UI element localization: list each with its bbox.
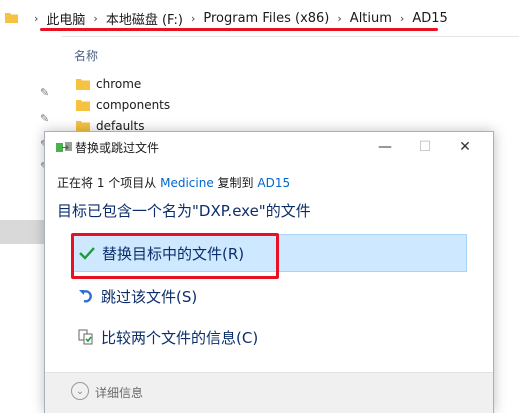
compare-option[interactable]: 比较两个文件的信息(C) [71, 318, 467, 356]
breadcrumb-separator: › [34, 11, 39, 25]
highlight-box [71, 233, 279, 279]
close-button[interactable]: ✕ [445, 136, 485, 158]
breadcrumb-altium[interactable]: Altium [348, 11, 394, 26]
file-name: chrome [96, 77, 142, 91]
pin-icon[interactable]: ✎ [40, 87, 50, 98]
source-folder-link[interactable]: Medicine [160, 176, 214, 190]
nav-selected-item[interactable] [0, 220, 44, 244]
address-bar[interactable]: › 此电脑 › 本地磁盘 (F:) › Program Files (x86) … [0, 0, 519, 37]
breadcrumb-separator[interactable]: › [87, 12, 103, 25]
breadcrumb-separator[interactable]: › [185, 12, 201, 25]
list-item[interactable]: components [76, 95, 170, 115]
details-toggle[interactable]: 详细信息 [95, 384, 143, 401]
pin-icon[interactable]: ✎ [40, 113, 50, 124]
minimize-button[interactable]: — [365, 136, 405, 158]
breadcrumb-separator[interactable]: › [394, 12, 410, 25]
dialog-footer: ⌄ 详细信息 [45, 372, 493, 413]
copy-middle: 复制到 [217, 176, 254, 190]
conflict-headline: 目标已包含一个名为"DXP.exe"的文件 [57, 202, 311, 220]
skip-option[interactable]: 跳过该文件(S) [71, 277, 467, 315]
folder-icon [76, 100, 90, 111]
dialog-titlebar[interactable]: 替换或跳过文件 — ☐ ✕ [45, 132, 493, 162]
folder-icon [5, 13, 18, 23]
chevron-down-icon[interactable]: ⌄ [71, 382, 89, 400]
breadcrumb-ad15[interactable]: AD15 [410, 11, 449, 26]
destination-folder-link[interactable]: AD15 [257, 176, 290, 190]
copy-progress-text: 正在将 1 个项目从 Medicine 复制到 AD15 [57, 174, 290, 191]
folder-icon [76, 79, 90, 90]
list-item[interactable]: chrome [76, 74, 141, 94]
column-header-name[interactable]: 名称 [74, 47, 98, 64]
breadcrumb-this-pc[interactable]: 此电脑 [44, 9, 87, 28]
skip-icon [77, 287, 95, 305]
breadcrumb-separator[interactable]: › [331, 12, 347, 25]
maximize-button[interactable]: ☐ [405, 136, 445, 158]
copy-prefix: 正在将 1 个项目从 [57, 176, 157, 190]
compare-option-label: 比较两个文件的信息(C) [101, 328, 259, 347]
breadcrumb-program-files[interactable]: Program Files (x86) [201, 11, 331, 26]
file-name: components [96, 98, 171, 112]
copy-arrow-icon [56, 142, 72, 152]
dialog-title: 替换或跳过文件 [75, 141, 160, 155]
skip-option-label: 跳过该文件(S) [101, 287, 198, 306]
replace-or-skip-dialog: 替换或跳过文件 — ☐ ✕ 正在将 1 个项目从 Medicine 复制到 AD… [44, 131, 494, 413]
breadcrumb-drive-f[interactable]: 本地磁盘 (F:) [104, 9, 185, 28]
compare-icon [77, 328, 95, 346]
highlight-underline [40, 28, 438, 31]
